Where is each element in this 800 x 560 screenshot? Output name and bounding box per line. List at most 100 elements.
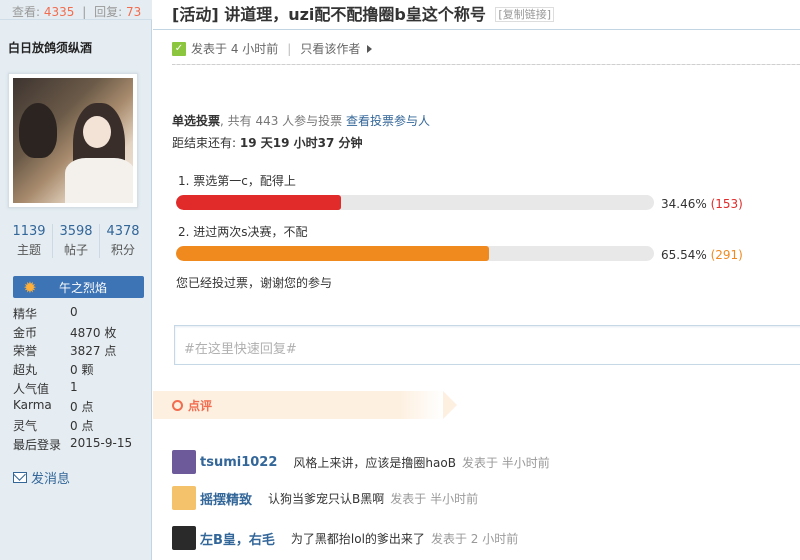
- count-label: 积分: [110, 243, 135, 257]
- comment-text: 为了黑都抬lol的爹出来了: [290, 531, 425, 546]
- comment-time: 发表于 半小时前: [390, 491, 479, 506]
- info-value: 2015-9-15: [70, 435, 133, 450]
- info-key: 灵气: [13, 419, 38, 434]
- stats-separator: |: [82, 5, 87, 19]
- quick-reply-input[interactable]: #在这里快速回复#: [174, 325, 800, 365]
- poll-option-label: 1. 票选第一c，配得上: [178, 174, 296, 188]
- info-row: Karma 0 点: [13, 398, 148, 417]
- info-key: 人气值: [13, 381, 50, 396]
- comments-header: 点评: [153, 391, 457, 419]
- info-value: 0 颗: [70, 363, 94, 378]
- avatar[interactable]: [8, 73, 138, 208]
- info-row: 最后登录 2015-9-15: [13, 436, 148, 455]
- circle-icon: [172, 400, 183, 411]
- meta-divider: [172, 64, 800, 65]
- comments-title: 点评: [188, 399, 213, 413]
- commenter-name[interactable]: 摇摆精致: [200, 489, 252, 508]
- send-message-label: 发消息: [31, 472, 71, 487]
- poll-participants: , 共有 443 人参与投票: [220, 114, 343, 128]
- copy-link-button[interactable]: [复制链接]: [495, 7, 555, 22]
- info-row: 人气值 1: [13, 380, 148, 399]
- send-message-link[interactable]: 发消息: [13, 468, 70, 487]
- thread-stats: 查看: 4335 | 回复: 73: [0, 0, 152, 20]
- info-value: 3827 点: [70, 344, 117, 359]
- info-value: 0 点: [70, 419, 94, 434]
- count-label: 帖子: [63, 243, 88, 257]
- user-group-label: 午之烈焰: [59, 280, 108, 295]
- commenter-avatar[interactable]: [172, 526, 196, 550]
- info-row: 超丸 0 颗: [13, 361, 148, 380]
- author-counts: 1139 主题 3598 帖子 4378 积分: [6, 224, 146, 258]
- online-status-icon: ✓: [172, 41, 186, 56]
- poll-bar-track: [176, 246, 654, 261]
- count-threads[interactable]: 1139 主题: [6, 224, 53, 258]
- info-key: 超丸: [13, 363, 38, 378]
- info-key: 最后登录: [13, 437, 62, 452]
- post-time: 发表于 4 小时前: [191, 42, 279, 56]
- poll-type: 单选投票: [172, 114, 221, 128]
- comment-time: 发表于 2 小时前: [430, 531, 519, 546]
- comment-time: 发表于 半小时前: [461, 455, 550, 470]
- poll-percent: 34.46%: [661, 197, 707, 211]
- count-value[interactable]: 4378: [100, 224, 146, 239]
- poll-option-label: 2. 进过两次s决赛，不配: [178, 225, 308, 239]
- avatar-photo: [13, 78, 133, 203]
- info-row: 金币 4870 枚: [13, 324, 148, 343]
- poll-percent: 65.54%: [661, 248, 707, 262]
- comment-text: 认狗当爹宠只认B黑啊: [268, 491, 385, 506]
- poll-countdown: 距结束还有: 19 天19 小时37 分钟: [172, 134, 363, 151]
- comment-text: 风格上来讲，应该是撸圈haoB: [293, 455, 456, 470]
- author-name[interactable]: 白日放鸽须纵酒: [8, 39, 92, 56]
- info-key: Karma: [13, 398, 52, 413]
- thread-title-row: [活动] 讲道理，uzi配不配撸圈b皇这个称号 [复制链接]: [172, 1, 555, 25]
- commenter-name[interactable]: tsumi1022: [200, 455, 277, 470]
- views-count: 4335: [43, 5, 75, 19]
- view-voters-link[interactable]: 查看投票参与人: [346, 114, 430, 128]
- poll-bar-fill: [176, 246, 490, 261]
- info-value: 0 点: [70, 400, 94, 415]
- user-group-badge[interactable]: ✹ 午之烈焰: [13, 276, 144, 298]
- comment-item: 左B皇，右毛 为了黑都抬lol的爹出来了 发表于 2 小时前: [172, 526, 518, 550]
- envelope-icon: [13, 472, 27, 483]
- info-value: 4870 枚: [70, 325, 117, 340]
- count-posts[interactable]: 3598 帖子: [53, 224, 100, 258]
- count-value[interactable]: 3598: [53, 224, 99, 239]
- poll-end-value: 19 天19 小时37 分钟: [239, 136, 363, 150]
- info-value: 1: [70, 379, 78, 394]
- count-label: 主题: [16, 243, 41, 257]
- info-key: 精华: [13, 307, 38, 321]
- thread-title: [活动] 讲道理，uzi配不配撸圈b皇这个称号: [172, 5, 486, 24]
- info-key: 荣誉: [13, 344, 38, 359]
- poll-option-result: 65.54% (291): [661, 248, 743, 262]
- title-divider: [153, 29, 800, 30]
- author-sidebar: 查看: 4335 | 回复: 73 白日放鸽须纵酒 1139 主题 3598 帖…: [0, 0, 152, 560]
- info-row: 荣誉 3827 点: [13, 342, 148, 361]
- comment-item: 摇摆精致 认狗当爹宠只认B黑啊 发表于 半小时前: [172, 486, 478, 510]
- flame-icon: ✹: [23, 277, 37, 297]
- only-author-link[interactable]: 只看该作者: [300, 40, 360, 57]
- commenter-name[interactable]: 左B皇，右毛: [200, 529, 275, 548]
- comment-item: tsumi1022 风格上来讲，应该是撸圈haoB 发表于 半小时前: [172, 450, 550, 474]
- author-info-list: 精华 0 金币 4870 枚 荣誉 3827 点 超丸 0 颗 人气值 1 Karma 0 …: [13, 305, 148, 455]
- commenter-avatar[interactable]: [172, 450, 196, 474]
- info-value: 0: [70, 305, 78, 319]
- views-label: 查看:: [12, 5, 41, 19]
- post-main: [活动] 讲道理，uzi配不配撸圈b皇这个称号 [复制链接] ✓ 发表于 4 小…: [153, 0, 800, 560]
- info-key: 金币: [13, 325, 38, 340]
- poll-count: (153): [710, 197, 743, 211]
- voted-message: 您已经投过票，谢谢您的参与: [176, 276, 333, 290]
- info-row: 灵气 0 点: [13, 417, 148, 436]
- post-meta: ✓ 发表于 4 小时前 | 只看该作者: [172, 40, 373, 57]
- count-points[interactable]: 4378 积分: [100, 224, 146, 258]
- info-row: 精华 0: [13, 305, 148, 324]
- poll-count: (291): [710, 248, 743, 262]
- commenter-avatar[interactable]: [172, 486, 196, 510]
- poll-bar-fill: [176, 195, 341, 210]
- poll-end-label: 距结束还有:: [172, 136, 237, 150]
- quick-reply-placeholder: #在这里快速回复#: [184, 342, 297, 357]
- poll-option-result: 34.46% (153): [661, 197, 743, 211]
- arrow-right-icon: [367, 44, 373, 53]
- count-value[interactable]: 1139: [6, 224, 52, 239]
- replies-count: 73: [126, 5, 142, 19]
- replies-label: 回复:: [94, 5, 123, 19]
